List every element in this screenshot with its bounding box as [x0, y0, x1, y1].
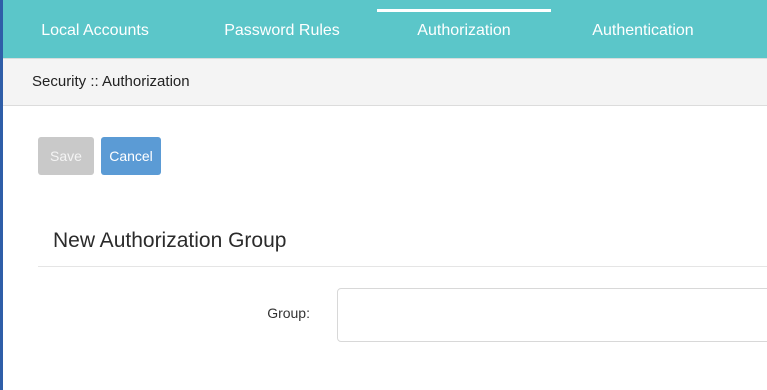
tab-authorization[interactable]: Authorization — [377, 0, 551, 58]
breadcrumb: Security :: Authorization — [32, 73, 190, 90]
group-field-label: Group: — [267, 305, 310, 321]
tab-local-accounts[interactable]: Local Accounts — [3, 0, 187, 58]
breadcrumb-bar: Security :: Authorization — [3, 58, 767, 106]
tab-password-rules[interactable]: Password Rules — [187, 0, 377, 58]
section-title: New Authorization Group — [53, 229, 287, 252]
save-button[interactable]: Save — [38, 137, 94, 175]
group-input[interactable] — [337, 288, 767, 342]
cancel-button[interactable]: Cancel — [101, 137, 161, 175]
section-divider — [38, 266, 767, 267]
tab-bar: Local Accounts Password Rules Authorizat… — [3, 0, 767, 58]
tab-authentication[interactable]: Authentication — [551, 0, 735, 58]
